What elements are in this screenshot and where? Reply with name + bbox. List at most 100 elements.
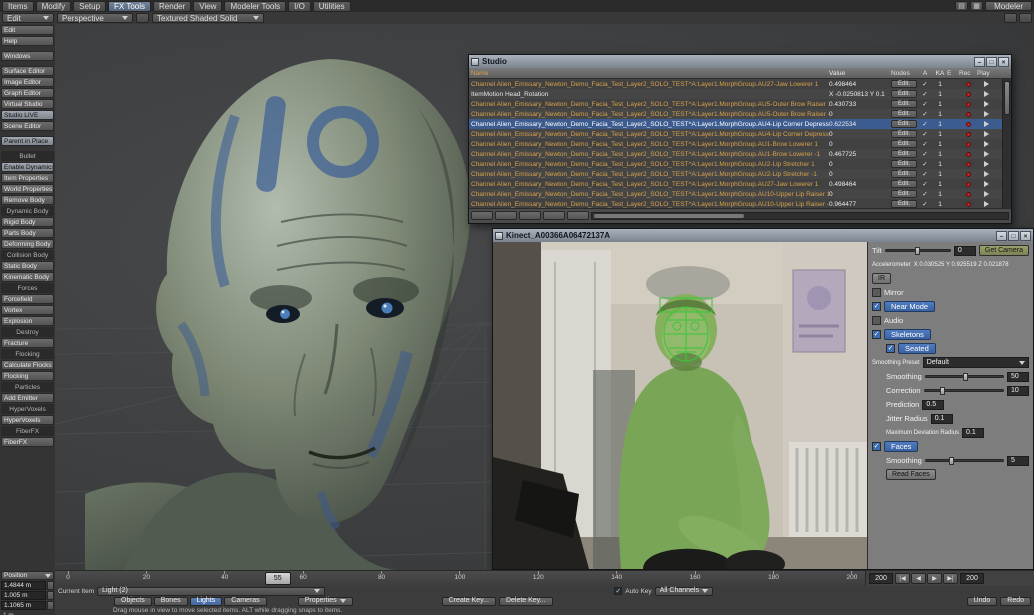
sidebar-item[interactable]: Collision Body: [1, 250, 54, 260]
sidebar-item[interactable]: Destroy: [1, 327, 54, 337]
minimize-icon[interactable]: –: [974, 57, 985, 67]
sidebar-item[interactable]: Bullet: [1, 151, 54, 161]
channel-mini-button[interactable]: [47, 601, 54, 610]
menu-tab[interactable]: Setup: [73, 1, 106, 12]
sidebar-item[interactable]: Enable Dynamics: [1, 162, 54, 172]
sidebar-item[interactable]: Surface Editor: [1, 66, 54, 76]
read-faces-button[interactable]: Read Faces: [886, 469, 936, 480]
record-toggle[interactable]: [959, 82, 977, 87]
minimize-icon[interactable]: –: [996, 231, 1007, 241]
channel-edit-button[interactable]: Edit.: [891, 190, 917, 198]
channel-row[interactable]: Channel Alien_Emissary_Newton_Demo_Facia…: [469, 109, 1011, 119]
channel-enable-check[interactable]: ✓: [917, 160, 933, 168]
channel-row[interactable]: Channel Alien_Emissary_Newton_Demo_Facia…: [469, 179, 1011, 189]
record-toggle[interactable]: [959, 102, 977, 107]
sidebar-item[interactable]: Parent in Place: [1, 136, 54, 146]
viewport-minimize-icon[interactable]: [1004, 13, 1017, 23]
mirror-checkbox[interactable]: [872, 288, 881, 297]
channel-edit-button[interactable]: Edit.: [891, 120, 917, 128]
edit-dropdown[interactable]: Edit: [2, 13, 54, 23]
menu-tab[interactable]: I/O: [288, 1, 311, 12]
channel-edit-button[interactable]: Edit.: [891, 200, 917, 208]
delete-key-button[interactable]: Delete Key...: [499, 597, 553, 606]
channel-row[interactable]: Channel Alien_Emissary_Newton_Demo_Facia…: [469, 139, 1011, 149]
channel-row[interactable]: Channel Alien_Emissary_Newton_Demo_Facia…: [469, 119, 1011, 129]
sidebar-item[interactable]: Virtual Studio: [1, 99, 54, 109]
channel-enable-check[interactable]: ✓: [917, 130, 933, 138]
sidebar-item[interactable]: Flocking: [1, 349, 54, 359]
channel-value[interactable]: 0.498464: [829, 81, 891, 88]
tilt-value-field[interactable]: 0: [954, 246, 976, 256]
record-toggle[interactable]: [959, 202, 977, 207]
channel-enable-check[interactable]: ✓: [917, 90, 933, 98]
sidebar-item[interactable]: Particles: [1, 382, 54, 392]
undo-button[interactable]: Undo: [967, 597, 998, 606]
channel-mini-button[interactable]: [47, 581, 54, 590]
edit-mode-button[interactable]: Objects: [114, 597, 152, 606]
scrollbar-thumb[interactable]: [594, 214, 744, 218]
channel-edit-button[interactable]: Edit.: [891, 140, 917, 148]
tilt-slider[interactable]: [885, 249, 951, 252]
record-toggle[interactable]: [959, 122, 977, 127]
sidebar-item[interactable]: Static Body: [1, 261, 54, 271]
studio-vertical-scrollbar[interactable]: [1002, 79, 1011, 208]
sidebar-item[interactable]: Dynamic Body: [1, 206, 54, 216]
redo-button[interactable]: Redo: [1000, 597, 1031, 606]
channel-enable-check[interactable]: ✓: [917, 170, 933, 178]
menu-tab[interactable]: Modify: [36, 1, 72, 12]
sidebar-item[interactable]: HyperVoxels: [1, 415, 54, 425]
position-value-field[interactable]: 1.1065 m: [1, 601, 46, 610]
play-toggle[interactable]: [977, 101, 995, 107]
record-toggle[interactable]: [959, 192, 977, 197]
channel-enable-check[interactable]: ✓: [917, 190, 933, 198]
studio-window-titlebar[interactable]: Studio – □ ×: [469, 55, 1011, 68]
maximize-icon[interactable]: □: [1008, 231, 1019, 241]
frame-ruler[interactable]: 0 20 40 60: [55, 571, 866, 586]
studio-window[interactable]: Studio – □ × Name Value Nodes A KA E Rec…: [468, 54, 1012, 224]
play-toggle[interactable]: [977, 131, 995, 137]
sidebar-item[interactable]: Edit: [1, 25, 54, 35]
channel-mini-button[interactable]: [47, 591, 54, 600]
channel-edit-button[interactable]: Edit.: [891, 150, 917, 158]
maximize-icon[interactable]: □: [986, 57, 997, 67]
channel-value[interactable]: 0.430733: [829, 101, 891, 108]
channel-value[interactable]: 0.498464: [829, 181, 891, 188]
smoothing-preset-dropdown[interactable]: Default: [923, 357, 1029, 368]
channel-value[interactable]: 0: [829, 131, 891, 138]
sidebar-item[interactable]: Vortex: [1, 305, 54, 315]
slider-thumb[interactable]: [940, 387, 945, 395]
get-camera-button[interactable]: Get Camera: [979, 245, 1029, 256]
slider-thumb[interactable]: [963, 373, 968, 381]
frame-step-field[interactable]: 200: [960, 573, 984, 584]
channel-enable-check[interactable]: ✓: [917, 80, 933, 88]
transport-button[interactable]: ▶: [927, 573, 942, 584]
column-value[interactable]: Value: [829, 70, 891, 77]
channel-enable-check[interactable]: ✓: [917, 100, 933, 108]
channel-edit-button[interactable]: Edit.: [891, 170, 917, 178]
skeletons-checkbox[interactable]: ✓: [872, 330, 881, 339]
current-item-dropdown[interactable]: Light (2): [97, 587, 325, 596]
jitter-radius-field[interactable]: 0.1: [931, 414, 953, 424]
transport-button[interactable]: |◀: [895, 573, 910, 584]
play-toggle[interactable]: [977, 111, 995, 117]
sidebar-item[interactable]: Forcefield: [1, 294, 54, 304]
transport-button[interactable]: ▶|: [943, 573, 958, 584]
column-nodes[interactable]: Nodes: [891, 70, 917, 77]
record-toggle[interactable]: [959, 112, 977, 117]
play-toggle[interactable]: [977, 201, 995, 207]
channel-enable-check[interactable]: ✓: [917, 180, 933, 188]
record-toggle[interactable]: [959, 152, 977, 157]
kinect-window[interactable]: Kinect_A00366A06472137A – □ ×: [492, 228, 1034, 570]
channel-value[interactable]: 0.467725: [829, 151, 891, 158]
sidebar-item[interactable]: Rigid Body: [1, 217, 54, 227]
viewport-3d[interactable]: Studio – □ × Name Value Nodes A KA E Rec…: [55, 24, 1034, 570]
faces-smoothing-slider[interactable]: [925, 459, 1004, 462]
seated-toggle[interactable]: Seated: [898, 343, 936, 354]
smoothing-value-field[interactable]: 50: [1007, 372, 1029, 382]
studio-footer-button[interactable]: [495, 211, 517, 220]
play-toggle[interactable]: [977, 181, 995, 187]
auto-key-channels-dropdown[interactable]: All Channels: [655, 587, 713, 596]
near-mode-toggle[interactable]: Near Mode: [884, 301, 935, 312]
channel-value[interactable]: X -0.0250813 Y 0.1: [829, 91, 891, 98]
smoothing-slider[interactable]: [925, 375, 1004, 378]
